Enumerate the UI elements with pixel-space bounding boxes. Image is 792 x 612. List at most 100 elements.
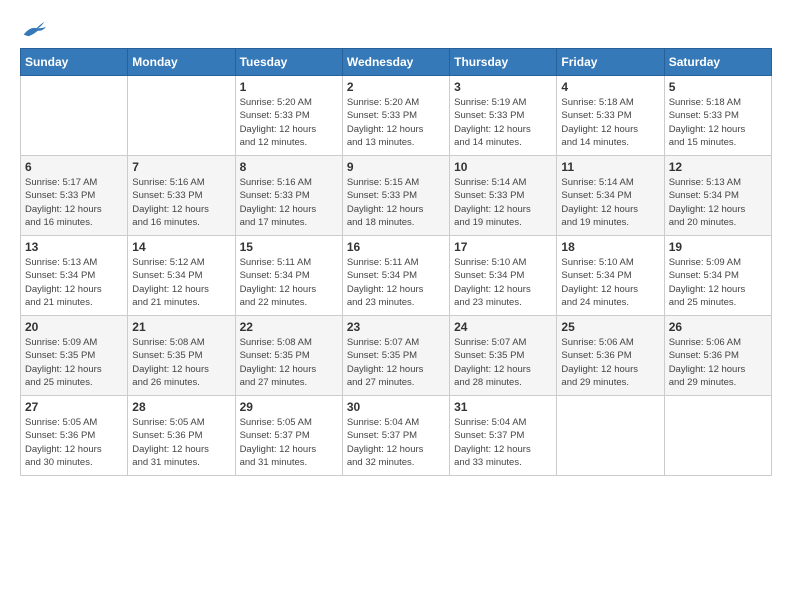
calendar-cell: 4Sunrise: 5:18 AM Sunset: 5:33 PM Daylig…: [557, 76, 664, 156]
day-number: 30: [347, 400, 445, 414]
calendar-week-row: 1 Sunrise: 5:20 AM Sunset: 5:33 PM Daylig…: [21, 76, 772, 156]
calendar-cell: 12 Sunrise: 5:13 AM Sunset: 5:34 PM Dayli…: [664, 156, 771, 236]
day-info: Sunrise: 5:16 AM Sunset: 5:33 PM Dayligh…: [240, 176, 338, 229]
day-number: 12: [669, 160, 767, 174]
calendar-cell: 24Sunrise: 5:07 AM Sunset: 5:35 PM Dayli…: [450, 316, 557, 396]
day-info: Sunrise: 5:16 AM Sunset: 5:33 PM Dayligh…: [132, 176, 230, 229]
day-number: 11: [561, 160, 659, 174]
day-info: Sunrise: 5:04 AM Sunset: 5:37 PM Dayligh…: [347, 416, 445, 469]
day-number: 9: [347, 160, 445, 174]
day-info: Sunrise: 5:13 AM Sunset: 5:34 PM Dayligh…: [25, 256, 123, 309]
calendar-cell: 11 Sunrise: 5:14 AM Sunset: 5:34 PM Dayli…: [557, 156, 664, 236]
day-number: 13: [25, 240, 123, 254]
day-info: Sunrise: 5:20 AM Sunset: 5:33 PM Dayligh…: [347, 96, 445, 149]
day-info: Sunrise: 5:07 AM Sunset: 5:35 PM Dayligh…: [454, 336, 552, 389]
day-number: 1: [240, 80, 338, 94]
calendar-week-row: 6Sunrise: 5:17 AM Sunset: 5:33 PM Daylig…: [21, 156, 772, 236]
day-number: 26: [669, 320, 767, 334]
calendar-cell: 25 Sunrise: 5:06 AM Sunset: 5:36 PM Dayli…: [557, 316, 664, 396]
calendar-cell: 6Sunrise: 5:17 AM Sunset: 5:33 PM Daylig…: [21, 156, 128, 236]
calendar-week-row: 27 Sunrise: 5:05 AM Sunset: 5:36 PM Dayli…: [21, 396, 772, 476]
day-info: Sunrise: 5:14 AM Sunset: 5:34 PM Dayligh…: [561, 176, 659, 229]
day-info: Sunrise: 5:18 AM Sunset: 5:33 PM Dayligh…: [669, 96, 767, 149]
calendar-cell: 28 Sunrise: 5:05 AM Sunset: 5:36 PM Dayli…: [128, 396, 235, 476]
day-number: 27: [25, 400, 123, 414]
day-number: 20: [25, 320, 123, 334]
calendar-cell: 20 Sunrise: 5:09 AM Sunset: 5:35 PM Dayli…: [21, 316, 128, 396]
weekday-header: Saturday: [664, 49, 771, 76]
day-number: 14: [132, 240, 230, 254]
day-info: Sunrise: 5:08 AM Sunset: 5:35 PM Dayligh…: [240, 336, 338, 389]
calendar-cell: 26Sunrise: 5:06 AM Sunset: 5:36 PM Dayli…: [664, 316, 771, 396]
calendar-cell: 22 Sunrise: 5:08 AM Sunset: 5:35 PM Dayli…: [235, 316, 342, 396]
day-number: 6: [25, 160, 123, 174]
page-header: [20, 20, 772, 38]
day-info: Sunrise: 5:11 AM Sunset: 5:34 PM Dayligh…: [347, 256, 445, 309]
day-info: Sunrise: 5:14 AM Sunset: 5:33 PM Dayligh…: [454, 176, 552, 229]
day-number: 29: [240, 400, 338, 414]
calendar-cell: 8 Sunrise: 5:16 AM Sunset: 5:33 PM Daylig…: [235, 156, 342, 236]
weekday-header: Friday: [557, 49, 664, 76]
day-number: 18: [561, 240, 659, 254]
day-number: 2: [347, 80, 445, 94]
logo-bird-icon: [22, 20, 46, 38]
calendar-cell: 18 Sunrise: 5:10 AM Sunset: 5:34 PM Dayli…: [557, 236, 664, 316]
day-info: Sunrise: 5:05 AM Sunset: 5:37 PM Dayligh…: [240, 416, 338, 469]
calendar-cell: 5Sunrise: 5:18 AM Sunset: 5:33 PM Daylig…: [664, 76, 771, 156]
calendar-cell: 3Sunrise: 5:19 AM Sunset: 5:33 PM Daylig…: [450, 76, 557, 156]
day-info: Sunrise: 5:04 AM Sunset: 5:37 PM Dayligh…: [454, 416, 552, 469]
weekday-header: Wednesday: [342, 49, 449, 76]
calendar-cell: 1 Sunrise: 5:20 AM Sunset: 5:33 PM Daylig…: [235, 76, 342, 156]
day-info: Sunrise: 5:09 AM Sunset: 5:34 PM Dayligh…: [669, 256, 767, 309]
calendar-week-row: 13 Sunrise: 5:13 AM Sunset: 5:34 PM Dayli…: [21, 236, 772, 316]
weekday-header: Monday: [128, 49, 235, 76]
day-number: 10: [454, 160, 552, 174]
day-info: Sunrise: 5:06 AM Sunset: 5:36 PM Dayligh…: [561, 336, 659, 389]
calendar-cell: 16 Sunrise: 5:11 AM Sunset: 5:34 PM Dayli…: [342, 236, 449, 316]
day-info: Sunrise: 5:20 AM Sunset: 5:33 PM Dayligh…: [240, 96, 338, 149]
calendar-cell: 29 Sunrise: 5:05 AM Sunset: 5:37 PM Dayli…: [235, 396, 342, 476]
day-info: Sunrise: 5:08 AM Sunset: 5:35 PM Dayligh…: [132, 336, 230, 389]
calendar-cell: 21Sunrise: 5:08 AM Sunset: 5:35 PM Dayli…: [128, 316, 235, 396]
calendar-cell: [21, 76, 128, 156]
day-info: Sunrise: 5:11 AM Sunset: 5:34 PM Dayligh…: [240, 256, 338, 309]
calendar-table: SundayMondayTuesdayWednesdayThursdayFrid…: [20, 48, 772, 476]
calendar-week-row: 20 Sunrise: 5:09 AM Sunset: 5:35 PM Dayli…: [21, 316, 772, 396]
day-info: Sunrise: 5:05 AM Sunset: 5:36 PM Dayligh…: [132, 416, 230, 469]
weekday-header: Sunday: [21, 49, 128, 76]
calendar-cell: 7 Sunrise: 5:16 AM Sunset: 5:33 PM Daylig…: [128, 156, 235, 236]
calendar-cell: 17 Sunrise: 5:10 AM Sunset: 5:34 PM Dayli…: [450, 236, 557, 316]
day-number: 31: [454, 400, 552, 414]
day-number: 25: [561, 320, 659, 334]
calendar-cell: 2 Sunrise: 5:20 AM Sunset: 5:33 PM Daylig…: [342, 76, 449, 156]
day-number: 15: [240, 240, 338, 254]
day-number: 3: [454, 80, 552, 94]
day-info: Sunrise: 5:10 AM Sunset: 5:34 PM Dayligh…: [561, 256, 659, 309]
day-info: Sunrise: 5:07 AM Sunset: 5:35 PM Dayligh…: [347, 336, 445, 389]
day-number: 16: [347, 240, 445, 254]
day-info: Sunrise: 5:12 AM Sunset: 5:34 PM Dayligh…: [132, 256, 230, 309]
calendar-cell: [664, 396, 771, 476]
calendar-cell: 30 Sunrise: 5:04 AM Sunset: 5:37 PM Dayli…: [342, 396, 449, 476]
calendar-cell: [128, 76, 235, 156]
calendar-cell: 9 Sunrise: 5:15 AM Sunset: 5:33 PM Daylig…: [342, 156, 449, 236]
day-number: 19: [669, 240, 767, 254]
day-number: 22: [240, 320, 338, 334]
day-info: Sunrise: 5:10 AM Sunset: 5:34 PM Dayligh…: [454, 256, 552, 309]
day-info: Sunrise: 5:09 AM Sunset: 5:35 PM Dayligh…: [25, 336, 123, 389]
day-number: 7: [132, 160, 230, 174]
day-number: 17: [454, 240, 552, 254]
day-number: 23: [347, 320, 445, 334]
calendar-cell: 31 Sunrise: 5:04 AM Sunset: 5:37 PM Dayli…: [450, 396, 557, 476]
day-info: Sunrise: 5:15 AM Sunset: 5:33 PM Dayligh…: [347, 176, 445, 229]
calendar-cell: [557, 396, 664, 476]
calendar-cell: 27 Sunrise: 5:05 AM Sunset: 5:36 PM Dayli…: [21, 396, 128, 476]
calendar-cell: 15 Sunrise: 5:11 AM Sunset: 5:34 PM Dayli…: [235, 236, 342, 316]
calendar-cell: 13 Sunrise: 5:13 AM Sunset: 5:34 PM Dayli…: [21, 236, 128, 316]
day-number: 28: [132, 400, 230, 414]
day-info: Sunrise: 5:18 AM Sunset: 5:33 PM Dayligh…: [561, 96, 659, 149]
day-info: Sunrise: 5:05 AM Sunset: 5:36 PM Dayligh…: [25, 416, 123, 469]
day-info: Sunrise: 5:13 AM Sunset: 5:34 PM Dayligh…: [669, 176, 767, 229]
calendar-cell: 23 Sunrise: 5:07 AM Sunset: 5:35 PM Dayli…: [342, 316, 449, 396]
day-number: 8: [240, 160, 338, 174]
